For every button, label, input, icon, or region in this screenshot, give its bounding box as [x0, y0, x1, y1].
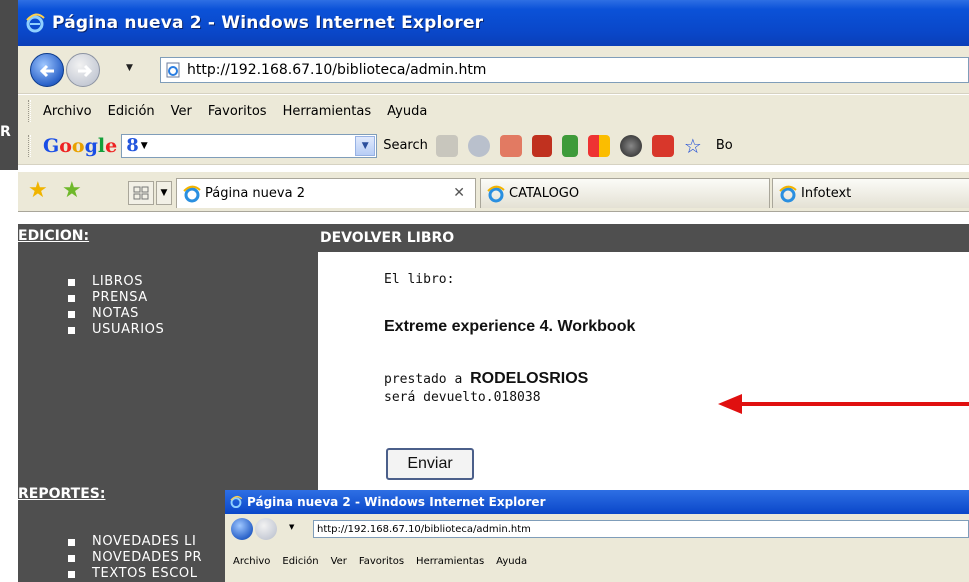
prestado-line: prestado a RODELOSRIOS — [384, 370, 589, 387]
tab-bar: ★ ★ ▼ Página nueva 2 ✕ CATALOGO Infotext — [18, 172, 969, 212]
background-window-edge: R — [0, 0, 18, 582]
nested-address-toolbar: ▼ http://192.168.67.10/biblioteca/admin.… — [225, 514, 969, 544]
nested-url-field[interactable]: http://192.168.67.10/biblioteca/admin.ht… — [313, 520, 969, 538]
sidebar-edicion-title: EDICION: — [18, 228, 90, 244]
nested-url-text: http://192.168.67.10/biblioteca/admin.ht… — [317, 523, 531, 535]
magnifier-icon[interactable] — [467, 134, 490, 157]
sidebar-item-notas[interactable]: NOTAS — [68, 306, 164, 322]
add-favorite-icon[interactable]: ★ — [62, 178, 82, 203]
forward-button[interactable] — [66, 53, 100, 87]
sidebar-item-libros[interactable]: LIBROS — [68, 274, 164, 290]
ie-tab-icon — [487, 185, 505, 202]
menu-ayuda[interactable]: Ayuda — [387, 104, 427, 119]
puzzle-icon[interactable] — [435, 134, 458, 157]
sidebar-item-novedades-prensa[interactable]: NOVEDADES PR — [68, 550, 202, 566]
nested-back-button[interactable] — [231, 518, 253, 540]
nested-menu-edicion[interactable]: Edición — [282, 556, 318, 567]
nested-window-title: Página nueva 2 - Windows Internet Explor… — [247, 495, 546, 509]
close-tab-icon[interactable]: ✕ — [453, 185, 465, 201]
quick-tabs-icon[interactable] — [128, 181, 154, 205]
sidebar-edicion-list: LIBROS PRENSA NOTAS USUARIOS — [68, 274, 164, 338]
ie-tab-icon — [779, 185, 797, 202]
popup-blocker-icon[interactable] — [651, 134, 674, 157]
url-text: http://192.168.67.10/biblioteca/admin.ht… — [187, 62, 487, 78]
chevron-down-icon[interactable]: ▼ — [355, 135, 376, 156]
nested-forward-button[interactable] — [255, 518, 277, 540]
tab-list-dropdown-icon[interactable]: ▼ — [156, 181, 172, 205]
google-8-icon: 8 — [126, 135, 139, 156]
star-bookmark-icon[interactable]: ☆ — [684, 135, 706, 157]
address-toolbar: ▼ http://192.168.67.10/biblioteca/admin.… — [18, 46, 969, 94]
back-button[interactable] — [30, 53, 64, 87]
title-bar[interactable]: Página nueva 2 - Windows Internet Explor… — [18, 0, 969, 46]
tab-catalogo[interactable]: CATALOGO — [480, 178, 770, 208]
devuelto-line: será devuelto.018038 — [384, 390, 541, 405]
enviar-button[interactable]: Enviar — [386, 448, 474, 480]
ie-tab-icon — [183, 185, 201, 202]
nested-menu-favoritos[interactable]: Favoritos — [359, 556, 404, 567]
favorites-star-icon[interactable]: ★ — [28, 178, 48, 203]
nested-title-bar[interactable]: Página nueva 2 - Windows Internet Explor… — [225, 490, 969, 514]
tab-label: CATALOGO — [509, 186, 580, 201]
menu-favoritos[interactable]: Favoritos — [208, 104, 267, 119]
menu-edicion[interactable]: Edición — [108, 104, 155, 119]
menu-ver[interactable]: Ver — [171, 104, 192, 119]
section-header: DEVOLVER LIBRO — [318, 224, 969, 252]
back-arrow-icon — [39, 64, 54, 78]
ie-logo-icon — [230, 495, 243, 509]
google-logo[interactable]: Google — [43, 135, 117, 157]
window-title: Página nueva 2 - Windows Internet Explor… — [52, 13, 484, 33]
nested-history-dropdown-icon[interactable]: ▼ — [289, 523, 294, 531]
nested-menu-ayuda[interactable]: Ayuda — [496, 556, 527, 567]
sidebar-item-prensa[interactable]: PRENSA — [68, 290, 164, 306]
tab-label: Página nueva 2 — [205, 186, 305, 201]
menu-bar: Archivo Edición Ver Favoritos Herramient… — [18, 95, 969, 127]
notebook-icon[interactable] — [561, 134, 578, 157]
toolbar-grip[interactable] — [28, 100, 31, 122]
sidebar-item-novedades-libros[interactable]: NOVEDADES LI — [68, 534, 202, 550]
el-libro-label: El libro: — [384, 272, 455, 287]
tab-pagina-nueva-2[interactable]: Página nueva 2 ✕ — [176, 178, 476, 208]
history-dropdown-icon[interactable]: ▼ — [126, 63, 133, 73]
menu-herramientas[interactable]: Herramientas — [283, 104, 372, 119]
paint-icon[interactable] — [499, 134, 522, 157]
nested-menu-herramientas[interactable]: Herramientas — [416, 556, 484, 567]
sidebar-item-usuarios[interactable]: USUARIOS — [68, 322, 164, 338]
url-field[interactable]: http://192.168.67.10/biblioteca/admin.ht… — [160, 57, 969, 83]
tab-label: Infotext — [801, 186, 852, 201]
forward-arrow-icon — [78, 64, 93, 78]
google-toolbar: Google 8 ▼ ▼ Search ☆ Bo — [18, 127, 969, 165]
background-window-letter: R — [0, 124, 11, 140]
nested-menu-archivo[interactable]: Archivo — [233, 556, 270, 567]
background-window-sidebar — [0, 0, 18, 170]
google-search-input[interactable]: ▼ — [177, 133, 378, 158]
red-arrow-annotation — [718, 394, 969, 414]
nested-menu-ver[interactable]: Ver — [331, 556, 347, 567]
tab-infotext[interactable]: Infotext — [772, 178, 969, 208]
youtube-icon[interactable] — [531, 134, 552, 157]
borrower-name: RODELOSRIOS — [470, 370, 589, 387]
google-search-engine-select[interactable]: 8 ▼ — [121, 133, 182, 158]
globe-icon[interactable] — [619, 134, 642, 157]
page-icon — [166, 62, 180, 78]
sidebar-reportes-title: REPORTES: — [18, 486, 106, 502]
google-search-button[interactable]: Search — [383, 138, 428, 153]
nested-ie-window: Página nueva 2 - Windows Internet Explor… — [225, 490, 969, 582]
menu-archivo[interactable]: Archivo — [43, 104, 92, 119]
sidebar-reportes-list: NOVEDADES LI NOVEDADES PR TEXTOS ESCOL — [68, 534, 202, 582]
sidebar-item-textos-escolares[interactable]: TEXTOS ESCOL — [68, 566, 202, 582]
book-title: Extreme experience 4. Workbook — [384, 318, 636, 335]
toolbar-grip[interactable] — [28, 134, 31, 157]
bookmarks-label[interactable]: Bo — [716, 138, 733, 153]
ie-logo-icon — [26, 13, 45, 33]
blog-icon[interactable] — [587, 134, 610, 157]
nested-menu-bar: Archivo Edición Ver Favoritos Herramient… — [225, 550, 969, 572]
page-title: DEVOLVER LIBRO — [320, 230, 455, 246]
